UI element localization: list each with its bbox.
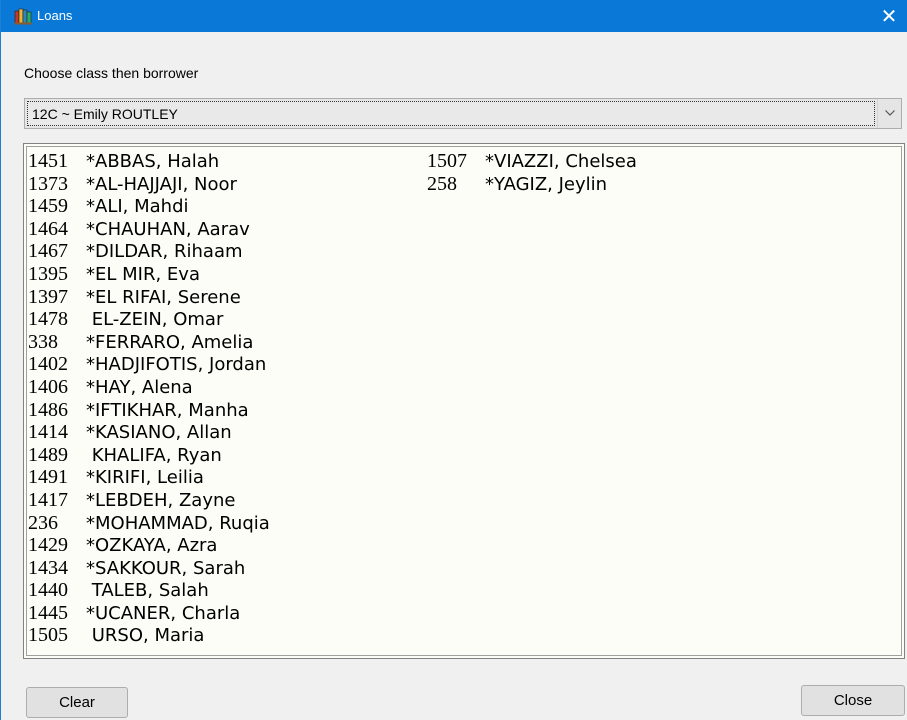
borrower-id: 1429 (28, 534, 68, 557)
borrower-name: *EL MIR, Eva (86, 263, 200, 285)
borrower-row[interactable]: 1373 *AL-HAJJAJI, Noor (28, 173, 270, 196)
borrower-id: 1478 (28, 308, 68, 331)
borrower-row[interactable]: 1402 *HADJIFOTIS, Jordan (28, 353, 270, 376)
borrower-name: *CHAUHAN, Aarav (86, 218, 250, 240)
borrower-row[interactable]: 1414 *KASIANO, Allan (28, 421, 270, 444)
borrower-id: 1406 (28, 375, 68, 398)
borrower-name: *FERRARO, Amelia (86, 331, 254, 353)
borrower-name: *KIRIFI, Leilia (86, 467, 204, 489)
borrower-name: *ABBAS, Halah (86, 151, 220, 172)
title-bar[interactable]: Loans ✕ (1, 0, 907, 32)
borrower-row[interactable]: 1445 *UCANER, Charla (28, 602, 270, 625)
dropdown-button[interactable] (877, 99, 901, 128)
borrower-list-inner: 1451 *ABBAS, Halah 1373 *AL-HAJJAJI, Noor 14… (26, 146, 902, 656)
borrower-row[interactable]: 1467 *DILDAR, Rihaam (28, 240, 270, 263)
borrower-column-2: 1507 *VIAZZI, Chelsea 258 *YAGIZ, Jeylin (427, 150, 637, 195)
borrower-id: 1491 (28, 466, 68, 489)
borrower-id: 1414 (28, 421, 68, 444)
borrower-name: *IFTIKHAR, Manha (86, 399, 249, 421)
borrower-id: 1507 (427, 150, 467, 172)
borrower-column-1: 1451 *ABBAS, Halah 1373 *AL-HAJJAJI, Noor 14… (28, 150, 270, 647)
borrower-id: 1434 (28, 556, 68, 579)
borrower-row[interactable]: 1397 *EL RIFAI, Serene (28, 286, 270, 309)
borrower-name: *SAKKOUR, Sarah (86, 557, 246, 579)
borrower-name: *HAY, Alena (86, 376, 193, 398)
borrower-id: 1417 (28, 488, 68, 511)
borrower-id: 1402 (28, 353, 68, 376)
borrower-id: 1397 (28, 285, 68, 308)
borrower-name: *DILDAR, Rihaam (86, 241, 243, 263)
borrower-name: *MOHAMMAD, Ruqia (86, 512, 270, 534)
borrower-id: 1464 (28, 217, 68, 240)
borrower-row[interactable]: 1406 *HAY, Alena (28, 376, 270, 399)
borrower-row[interactable]: 1464 *CHAUHAN, Aarav (28, 218, 270, 241)
borrower-row[interactable]: 1505 URSO, Maria (28, 624, 270, 647)
borrower-row[interactable]: 1486 *IFTIKHAR, Manha (28, 399, 270, 422)
chevron-down-icon (885, 110, 895, 116)
class-select[interactable]: 12C ~ Emily ROUTLEY (24, 98, 902, 129)
borrower-row[interactable]: 338 *FERRARO, Amelia (28, 331, 270, 354)
window-title: Loans (37, 8, 73, 23)
borrower-row[interactable]: 1395 *EL MIR, Eva (28, 263, 270, 286)
class-select-focus: 12C ~ Emily ROUTLEY (27, 101, 875, 126)
borrower-name: *UCANER, Charla (86, 602, 241, 624)
close-button[interactable]: Close (801, 685, 905, 716)
borrower-id: 1486 (28, 398, 68, 421)
borrower-row[interactable]: 1478 EL-ZEIN, Omar (28, 308, 270, 331)
books-app-icon (14, 7, 32, 25)
borrower-row[interactable]: 1429 *OZKAYA, Azra (28, 534, 270, 557)
borrower-name: URSO, Maria (86, 625, 205, 647)
loans-window: Loans ✕ Choose class then borrower 12C ~… (0, 0, 907, 720)
borrower-id: 1395 (28, 262, 68, 285)
borrower-row[interactable]: 1434 *SAKKOUR, Sarah (28, 557, 270, 580)
borrower-name: *OZKAYA, Azra (86, 535, 218, 557)
borrower-name: *YAGIZ, Jeylin (485, 173, 608, 195)
close-icon[interactable]: ✕ (874, 4, 904, 28)
borrower-id: 1445 (28, 601, 68, 624)
borrower-id: 236 (28, 511, 58, 534)
borrower-id: 1459 (28, 195, 68, 218)
borrower-row[interactable]: 1440 TALEB, Salah (28, 579, 270, 602)
borrower-id: 338 (28, 330, 58, 353)
class-select-value: 12C ~ Emily ROUTLEY (32, 106, 178, 122)
borrower-name: TALEB, Salah (86, 580, 209, 602)
borrower-name: *EL RIFAI, Serene (86, 286, 241, 308)
clear-button[interactable]: Clear (26, 687, 128, 718)
borrower-row[interactable]: 258 *YAGIZ, Jeylin (427, 173, 637, 196)
instruction-label: Choose class then borrower (24, 65, 199, 81)
borrower-name: *VIAZZI, Chelsea (485, 151, 637, 172)
borrower-name: *KASIANO, Allan (86, 422, 232, 444)
borrower-name: *AL-HAJJAJI, Noor (86, 173, 237, 195)
borrower-row[interactable]: 236 *MOHAMMAD, Ruqia (28, 512, 270, 535)
borrower-row[interactable]: 1451 *ABBAS, Halah (28, 150, 270, 173)
borrower-id: 1489 (28, 443, 68, 466)
borrower-row[interactable]: 1417 *LEBDEH, Zayne (28, 489, 270, 512)
borrower-row[interactable]: 1491 *KIRIFI, Leilia (28, 466, 270, 489)
borrower-id: 1440 (28, 579, 68, 602)
borrower-name: EL-ZEIN, Omar (86, 309, 224, 331)
borrower-id: 1373 (28, 172, 68, 195)
borrower-row[interactable]: 1459 *ALI, Mahdi (28, 195, 270, 218)
borrower-row[interactable]: 1489 KHALIFA, Ryan (28, 444, 270, 467)
borrower-list[interactable]: 1451 *ABBAS, Halah 1373 *AL-HAJJAJI, Noor 14… (23, 143, 905, 659)
borrower-name: *LEBDEH, Zayne (86, 489, 236, 511)
borrower-id: 258 (427, 172, 457, 195)
borrower-id: 1467 (28, 240, 68, 263)
borrower-name: *HADJIFOTIS, Jordan (86, 354, 267, 376)
borrower-row[interactable]: 1507 *VIAZZI, Chelsea (427, 150, 637, 173)
borrower-id: 1505 (28, 624, 68, 647)
borrower-name: *ALI, Mahdi (86, 196, 189, 218)
borrower-name: KHALIFA, Ryan (86, 444, 222, 466)
borrower-id: 1451 (28, 150, 68, 172)
